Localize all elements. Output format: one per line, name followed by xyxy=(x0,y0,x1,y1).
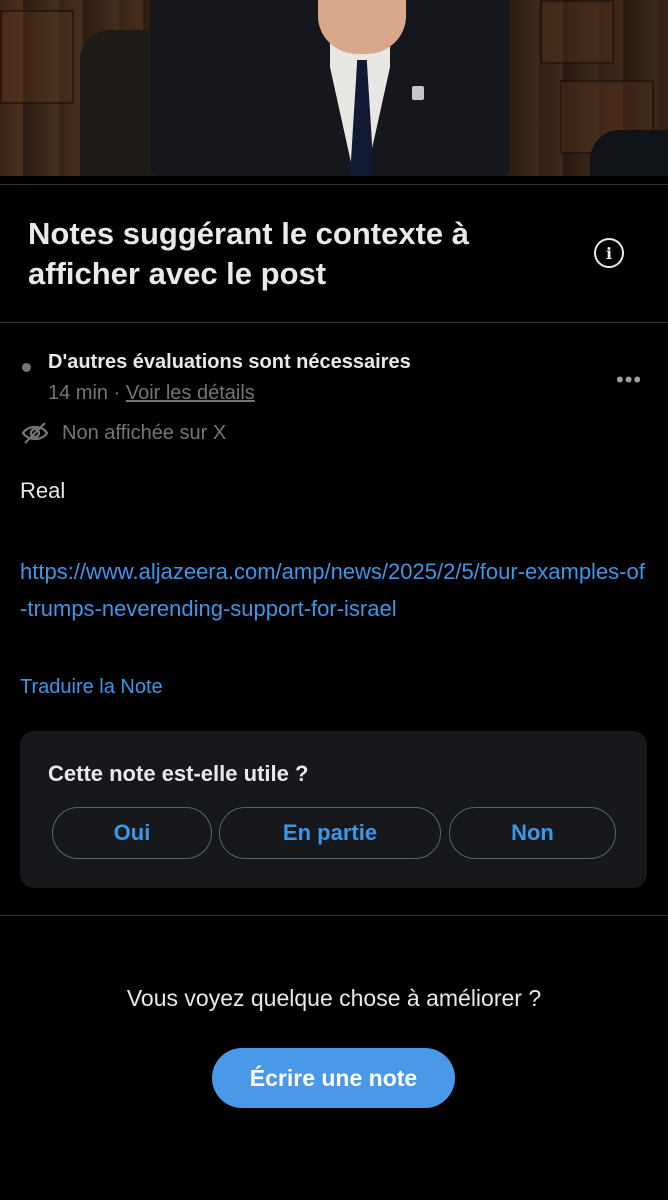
translate-note-link[interactable]: Traduire la Note xyxy=(20,676,163,699)
rating-partly-button[interactable]: En partie xyxy=(219,807,441,859)
info-icon[interactable]: i xyxy=(594,238,624,268)
rating-question: Cette note est-elle utile ? xyxy=(48,761,309,786)
improve-prompt: Vous voyez quelque chose à améliorer ? xyxy=(126,985,542,1011)
note-source-link[interactable]: https://www.aljazeera.com/amp/news/2025/… xyxy=(20,553,650,627)
page-title: Notes suggérant le contexte à afficher a… xyxy=(28,216,470,291)
note-time: 14 min xyxy=(48,382,109,404)
rating-no-button[interactable]: Non xyxy=(449,807,616,859)
eye-slash-icon xyxy=(21,422,49,444)
visibility-text: Non affichée sur X xyxy=(62,421,227,444)
wood-panel xyxy=(0,10,74,104)
more-horizontal-icon[interactable]: ••• xyxy=(616,369,642,391)
rating-card: Cette note est-elle utile ? Oui En parti… xyxy=(20,731,647,888)
divider xyxy=(0,322,668,323)
details-link[interactable]: Voir les détails xyxy=(126,382,255,404)
status-dot-icon xyxy=(22,363,31,372)
rating-yes-button[interactable]: Oui xyxy=(52,807,212,859)
note-body: Real xyxy=(20,478,66,503)
divider xyxy=(0,915,668,916)
write-note-button[interactable]: Écrire une note xyxy=(212,1048,455,1108)
sleeve-shape xyxy=(590,130,668,176)
visibility-row: Non affichée sur X xyxy=(20,420,226,446)
wood-panel xyxy=(540,0,614,64)
divider xyxy=(0,184,668,185)
lapel-pin-shape xyxy=(412,86,424,100)
post-media-image[interactable] xyxy=(0,0,668,176)
note-meta: 14 min · Voir les détails xyxy=(48,382,255,405)
meta-separator: · xyxy=(113,382,121,404)
note-status: D'autres évaluations sont nécessaires xyxy=(48,351,411,373)
